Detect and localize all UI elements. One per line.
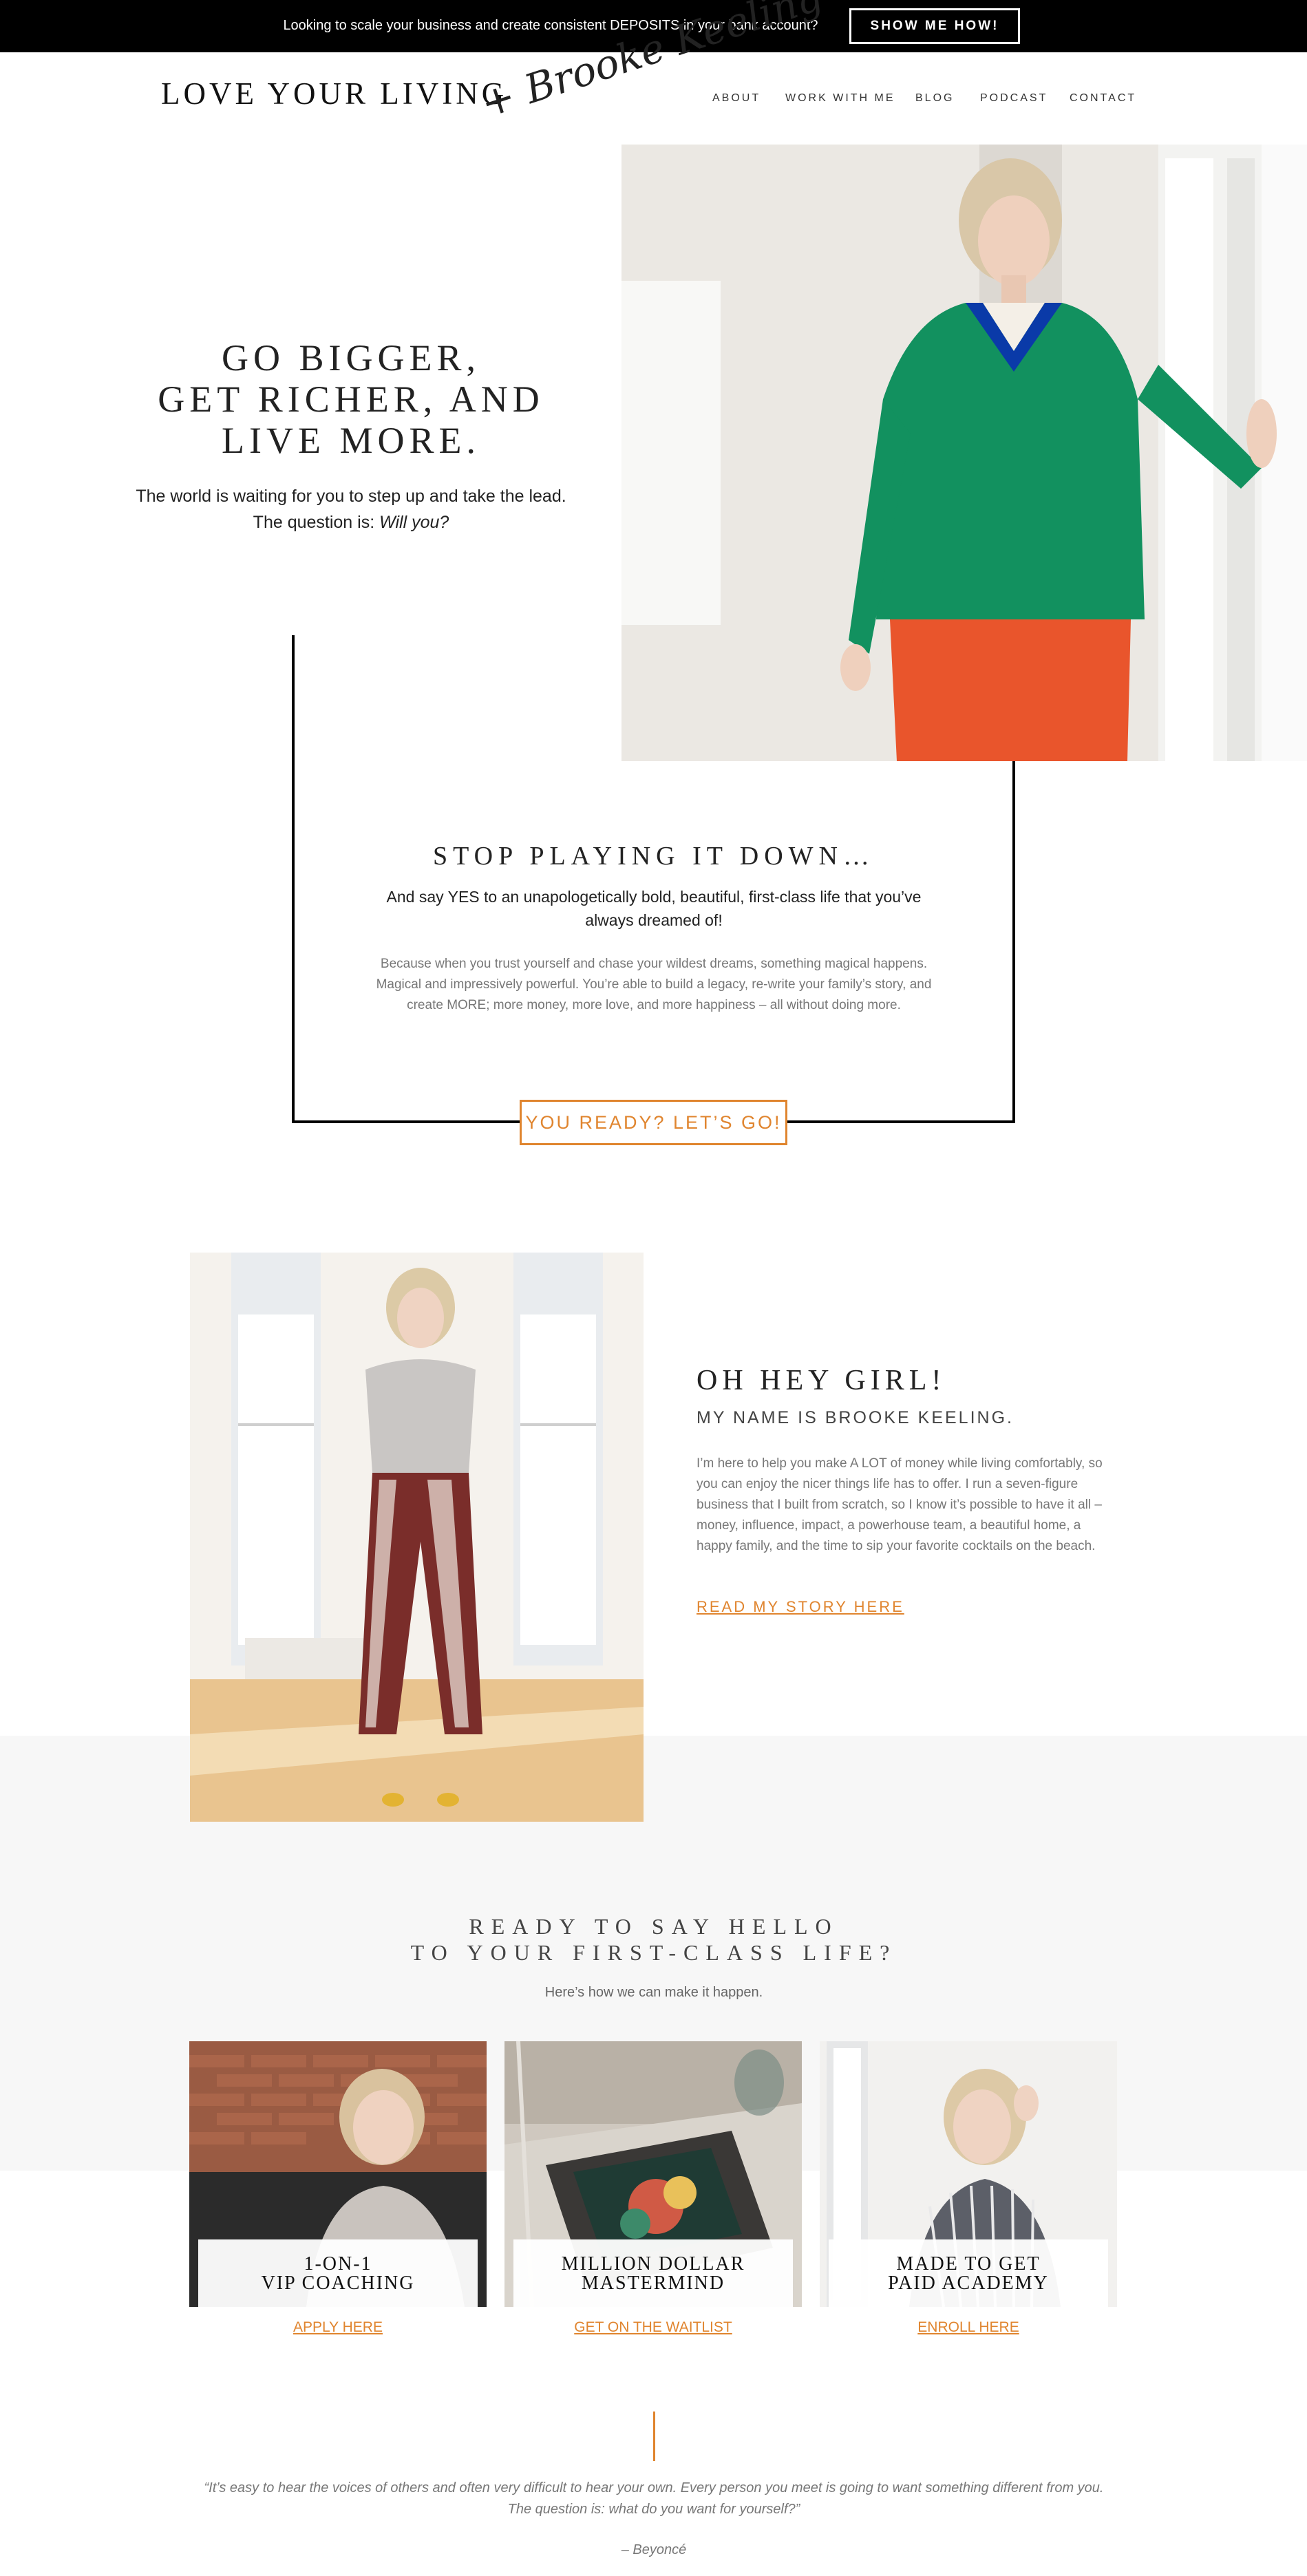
hero-subtext-line: The world is waiting for you to step up …: [136, 487, 566, 506]
nav-item-podcast[interactable]: PODCAST: [980, 92, 1048, 105]
show-me-how-button[interactable]: SHOW ME HOW!: [849, 8, 1020, 44]
quote-text: “It’s easy to hear the voices of others …: [172, 2478, 1136, 2520]
site-logo-wordmark[interactable]: LOVE YOUR LIVING: [161, 76, 507, 111]
quote-author: – Beyoncé: [621, 2542, 687, 2557]
hero-question-emphasis: Will you?: [379, 513, 449, 532]
offerings-subheading: Here’s how we can make it happen.: [544, 1985, 763, 2000]
hero-question-prefix: The question is:: [253, 513, 380, 532]
offerings-heading: READY TO SAY HELLO TO YOUR FIRST-CLASS L…: [275, 1913, 1032, 1966]
nav-item-work-with-me[interactable]: WORK WITH ME: [785, 92, 895, 105]
offerings-heading-line: TO YOUR FIRST-CLASS LIFE?: [410, 1940, 897, 1965]
quote-divider: [653, 2412, 655, 2461]
stop-playing-heading: STOP PLAYING IT DOWN…: [433, 842, 875, 871]
hero-decorative-panel: [621, 281, 721, 625]
frame-line-bottom-left: [292, 1120, 520, 1123]
about-photo: [190, 1253, 644, 1822]
hero-headline: GO BIGGER, GET RICHER, AND LIVE MORE.: [103, 337, 599, 461]
hero-headline-line: LIVE MORE.: [222, 420, 480, 461]
hero-subtext-line: The question is: Will you?: [103, 509, 599, 535]
card-title-line: MILLION DOLLAR: [561, 2253, 745, 2275]
card-title-line: MADE TO GET: [896, 2253, 1041, 2275]
hero-headline-line: GO BIGGER,: [222, 337, 480, 379]
frame-line-bottom-right: [787, 1120, 1015, 1123]
read-my-story-link[interactable]: READ MY STORY HERE: [697, 1598, 904, 1616]
apply-here-link[interactable]: APPLY HERE: [189, 2319, 487, 2336]
quote-line: The question is: what do you want for yo…: [507, 2502, 800, 2517]
quote-line: “It’s easy to hear the voices of others …: [204, 2480, 1104, 2495]
enroll-here-link[interactable]: ENROLL HERE: [820, 2319, 1117, 2336]
hero-headline-line: GET RICHER, AND: [158, 379, 544, 420]
card-title-line: VIP COACHING: [261, 2272, 415, 2294]
hero-photo: [621, 145, 1307, 761]
frame-line-left: [292, 635, 295, 1123]
card-title-line: PAID ACADEMY: [888, 2272, 1049, 2294]
card-title-line: 1-ON-1: [304, 2253, 372, 2275]
stop-playing-body: Because when you trust yourself and chas…: [376, 957, 932, 1012]
academy-title: MADE TO GET PAID ACADEMY: [829, 2239, 1108, 2307]
nav-item-contact[interactable]: CONTACT: [1070, 92, 1136, 105]
mastermind-title: MILLION DOLLAR MASTERMIND: [513, 2239, 793, 2307]
join-waitlist-link[interactable]: GET ON THE WAITLIST: [504, 2319, 802, 2336]
vip-coaching-title: 1-ON-1 VIP COACHING: [198, 2239, 478, 2307]
about-body: I’m here to help you make A LOT of money…: [697, 1456, 1103, 1553]
hero-subtext: The world is waiting for you to step up …: [103, 483, 599, 535]
about-heading: OH HEY GIRL!: [697, 1365, 946, 1396]
card-title-line: MASTERMIND: [581, 2272, 725, 2294]
offerings-heading-line: READY TO SAY HELLO: [469, 1914, 839, 1939]
frame-line-right: [1012, 761, 1015, 1123]
lets-go-button[interactable]: YOU READY? LET’S GO!: [520, 1100, 787, 1145]
nav-item-blog[interactable]: BLOG: [915, 92, 954, 105]
nav-item-about[interactable]: ABOUT: [712, 92, 761, 105]
about-subheading: MY NAME IS BROOKE KEELING.: [697, 1408, 1014, 1427]
stop-playing-subheading: And say YES to an unapologetically bold,…: [386, 888, 922, 929]
